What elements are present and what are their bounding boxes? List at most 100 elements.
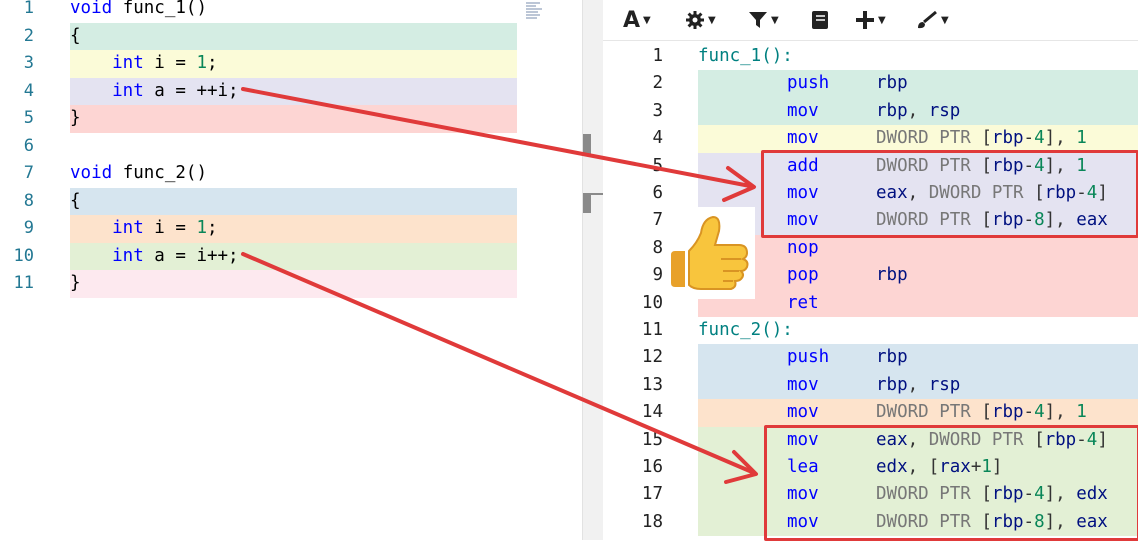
code-body: } xyxy=(70,108,81,128)
line-number: 6 xyxy=(652,183,663,203)
line-number: 10 xyxy=(13,245,34,266)
highlight-box-func2 xyxy=(764,425,1138,541)
asm-instruction-line[interactable]: 12 push rbp xyxy=(603,344,1138,372)
code-text[interactable]: int a = i++; xyxy=(70,243,239,271)
font-size-button[interactable]: A ▼ xyxy=(623,6,651,34)
splitter-grip[interactable] xyxy=(583,195,591,213)
filter-button[interactable]: ▼ xyxy=(748,6,779,34)
line-highlight xyxy=(698,289,1138,318)
line-number: 1 xyxy=(652,46,663,66)
scrollbar-thumb[interactable] xyxy=(583,134,591,156)
asm-label-line[interactable]: 1 func_1(): xyxy=(603,43,1138,71)
line-number: 9 xyxy=(23,218,34,238)
opcode: mov xyxy=(787,374,819,395)
line-highlight xyxy=(70,270,517,298)
line-number: 3 xyxy=(23,53,34,73)
code-text[interactable]: } xyxy=(70,270,81,298)
font-a-icon: A xyxy=(623,7,641,33)
opcode: mov xyxy=(787,402,819,423)
code-tail: ; xyxy=(207,218,218,238)
number-literal: 1 xyxy=(196,218,207,238)
line-number: 16 xyxy=(641,457,663,477)
source-editor-pane[interactable]: 1 void func_1() 2{3 int i = 1; 4 int a = ++… xyxy=(0,0,582,540)
pane-splitter[interactable] xyxy=(582,0,604,540)
line-highlight xyxy=(698,344,1138,372)
code-body: func_2() xyxy=(112,163,207,183)
asm-instruction-line[interactable]: 14 mov DWORD PTR [rbp-4], 1 xyxy=(603,399,1138,427)
tools-button[interactable]: ▼ xyxy=(916,6,949,34)
chevron-down-icon: ▼ xyxy=(771,14,779,26)
keyword: void xyxy=(70,0,113,18)
opcode: push xyxy=(787,347,830,368)
editor-minimap[interactable] xyxy=(521,0,582,22)
line-number: 8 xyxy=(23,190,34,211)
code-text[interactable]: { xyxy=(70,188,81,216)
line-number: 4 xyxy=(652,128,663,149)
operands: rbp xyxy=(876,347,908,368)
code-body: { xyxy=(70,25,81,46)
line-number: 13 xyxy=(641,374,663,395)
line-highlight xyxy=(70,22,517,50)
add-tool-button[interactable]: ▼ xyxy=(855,6,886,34)
code-tail: ; xyxy=(207,53,218,73)
gear-icon xyxy=(686,11,704,29)
source-line: 5} xyxy=(0,105,520,133)
asm-label-line[interactable]: 11 func_2(): xyxy=(603,317,1138,345)
code-body: i = xyxy=(143,53,197,73)
operands: rbp, rsp xyxy=(876,374,961,395)
asm-instruction-line[interactable]: 13 mov rbp, rsp xyxy=(603,371,1138,400)
opcode: pop xyxy=(787,265,819,286)
chevron-down-icon: ▼ xyxy=(643,14,651,26)
code-text[interactable]: int a = ++i; xyxy=(70,78,239,106)
code-text[interactable]: { xyxy=(70,23,81,51)
line-number: 9 xyxy=(652,265,663,286)
asm-instruction-line[interactable]: 3 mov rbp, rsp xyxy=(603,97,1138,126)
keyword: int xyxy=(70,80,144,101)
asm-instruction-line[interactable]: 4 mov DWORD PTR [rbp-4], 1 xyxy=(603,125,1138,153)
line-highlight xyxy=(70,105,517,133)
code-text[interactable]: int i = 1; xyxy=(70,50,218,78)
chevron-down-icon: ▼ xyxy=(878,14,886,26)
line-number: 6 xyxy=(23,135,34,156)
source-line: 6 xyxy=(0,133,520,161)
line-highlight xyxy=(698,70,1138,98)
line-number: 11 xyxy=(13,273,34,293)
code-text[interactable]: void func_2() xyxy=(70,160,207,188)
line-highlight xyxy=(698,262,1138,290)
line-number: 5 xyxy=(652,155,663,176)
code-text[interactable]: int i = 1; xyxy=(70,215,218,243)
settings-button[interactable]: ▼ xyxy=(685,6,716,34)
code-text[interactable]: void func_1() xyxy=(70,0,207,23)
code-body: a = ++i; xyxy=(143,80,239,101)
line-number: 1 xyxy=(23,0,34,18)
source-line: 4 int a = ++i; xyxy=(0,77,520,106)
code-text[interactable]: } xyxy=(70,105,81,133)
line-highlight xyxy=(698,234,1138,263)
line-number: 15 xyxy=(641,429,663,450)
libraries-button[interactable] xyxy=(811,6,829,34)
highlight-box-func1 xyxy=(761,150,1138,238)
asm-instruction-line[interactable]: 2 push rbp xyxy=(603,70,1138,98)
line-number: 2 xyxy=(652,73,663,94)
opcode: ret xyxy=(787,292,819,313)
code-body: } xyxy=(70,273,81,293)
opcode: mov xyxy=(787,100,819,121)
source-line: 8{ xyxy=(0,187,520,216)
opcode: mov xyxy=(787,128,819,149)
keyword: int xyxy=(70,245,144,266)
operands: DWORD PTR [rbp-4], 1 xyxy=(876,402,1087,423)
line-number: 4 xyxy=(23,80,34,101)
opcode: nop xyxy=(787,237,819,258)
source-line: 2{ xyxy=(0,22,520,51)
assembly-toolbar: A ▼ ▼ ▼ ▼ ▼ xyxy=(603,0,1138,41)
source-line: 10 int a = i++; xyxy=(0,242,520,271)
line-number: 11 xyxy=(641,320,663,340)
code-body: a = i++; xyxy=(143,245,239,266)
line-number: 17 xyxy=(641,484,663,505)
source-line: 7 void func_2() xyxy=(0,160,520,188)
source-line: 11} xyxy=(0,270,520,298)
line-number: 5 xyxy=(23,108,34,128)
operands: rbp, rsp xyxy=(876,100,961,121)
chevron-down-icon: ▼ xyxy=(941,14,949,26)
keyword: void xyxy=(70,163,113,183)
